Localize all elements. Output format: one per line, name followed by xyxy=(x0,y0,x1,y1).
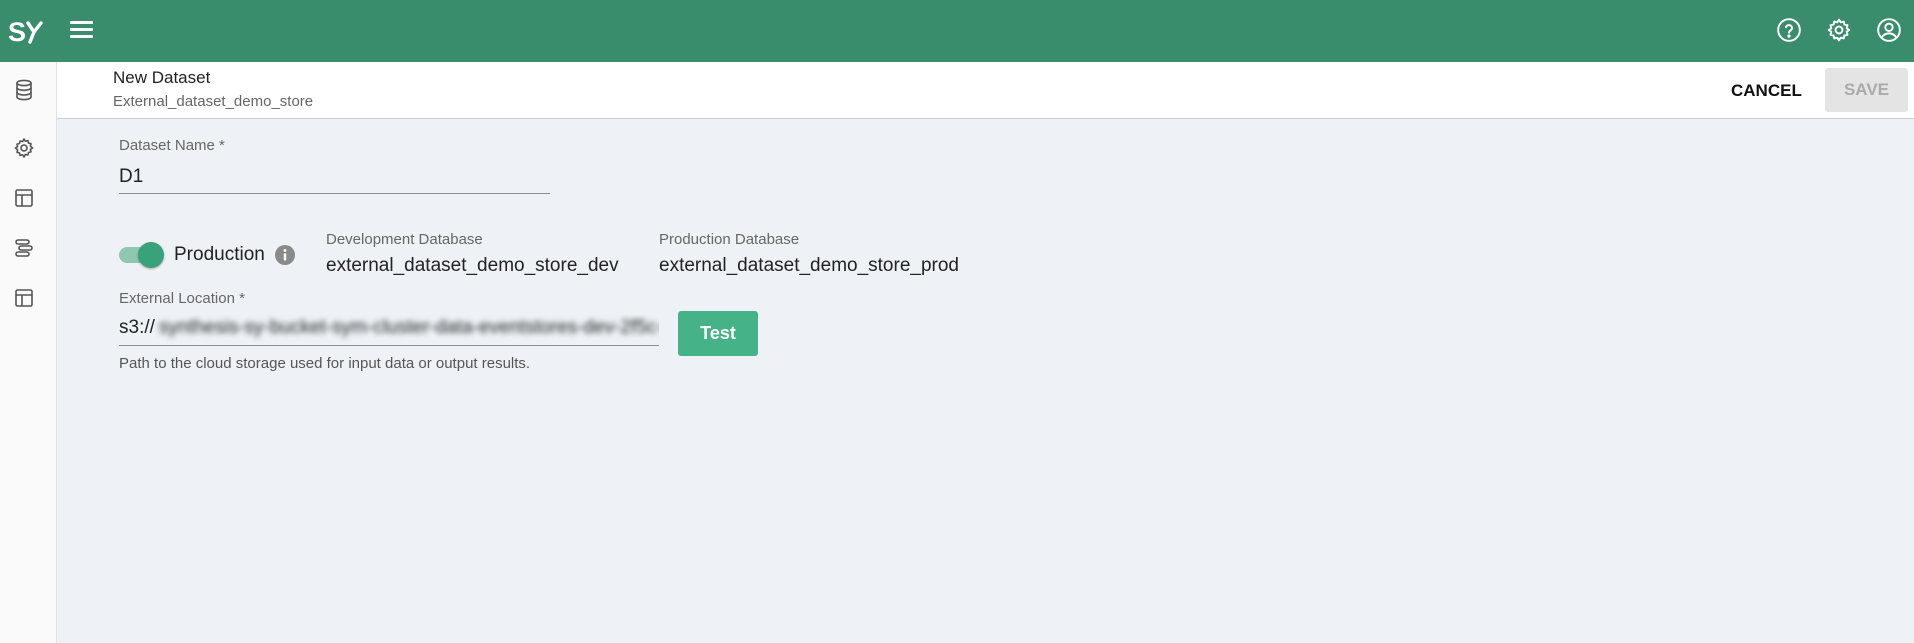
table-layout-icon[interactable] xyxy=(12,186,36,210)
production-toggle-label: Production xyxy=(174,244,265,265)
page-title: New Dataset xyxy=(113,68,211,87)
dataset-name-input[interactable] xyxy=(119,161,550,194)
svg-text:S: S xyxy=(8,17,26,47)
info-icon[interactable] xyxy=(274,244,296,266)
cancel-button[interactable]: CANCEL xyxy=(1723,77,1810,105)
dataset-name-label: Dataset Name * xyxy=(119,137,225,154)
external-location-prefix: s3:// xyxy=(119,317,155,338)
account-icon[interactable] xyxy=(1876,17,1902,43)
stack-list-icon[interactable] xyxy=(12,236,36,260)
page-subtitle: External_dataset_demo_store xyxy=(113,93,314,110)
external-location-input[interactable]: s3:// synthesis-sy-bucket-sym-cluster-da… xyxy=(119,315,659,346)
test-button[interactable]: Test xyxy=(678,311,758,356)
hamburger-menu-icon[interactable] xyxy=(68,16,96,44)
production-database-label: Production Database xyxy=(659,231,800,248)
production-toggle[interactable] xyxy=(119,242,165,268)
side-navigation xyxy=(0,62,57,643)
production-database-value: external_dataset_demo_store_prod xyxy=(659,255,959,276)
external-location-label: External Location * xyxy=(119,290,245,307)
save-button[interactable]: SAVE xyxy=(1825,68,1908,112)
page-header: New Dataset External_dataset_demo_store … xyxy=(57,62,1914,119)
external-location-redacted: synthesis-sy-bucket-sym-cluster-data-eve… xyxy=(159,317,659,338)
external-location-helper: Path to the cloud storage used for input… xyxy=(119,355,531,372)
table-layout-icon[interactable] xyxy=(12,286,36,310)
development-database-value: external_dataset_demo_store_dev xyxy=(326,255,619,276)
development-database-label: Development Database xyxy=(326,231,483,248)
database-icon[interactable] xyxy=(12,78,36,102)
toggle-knob xyxy=(138,242,164,268)
gear-icon[interactable] xyxy=(1826,17,1852,43)
help-icon[interactable] xyxy=(1776,17,1802,43)
sy-logo[interactable]: S xyxy=(8,14,44,48)
top-app-bar: S xyxy=(0,0,1914,62)
gear-icon[interactable] xyxy=(12,136,36,160)
